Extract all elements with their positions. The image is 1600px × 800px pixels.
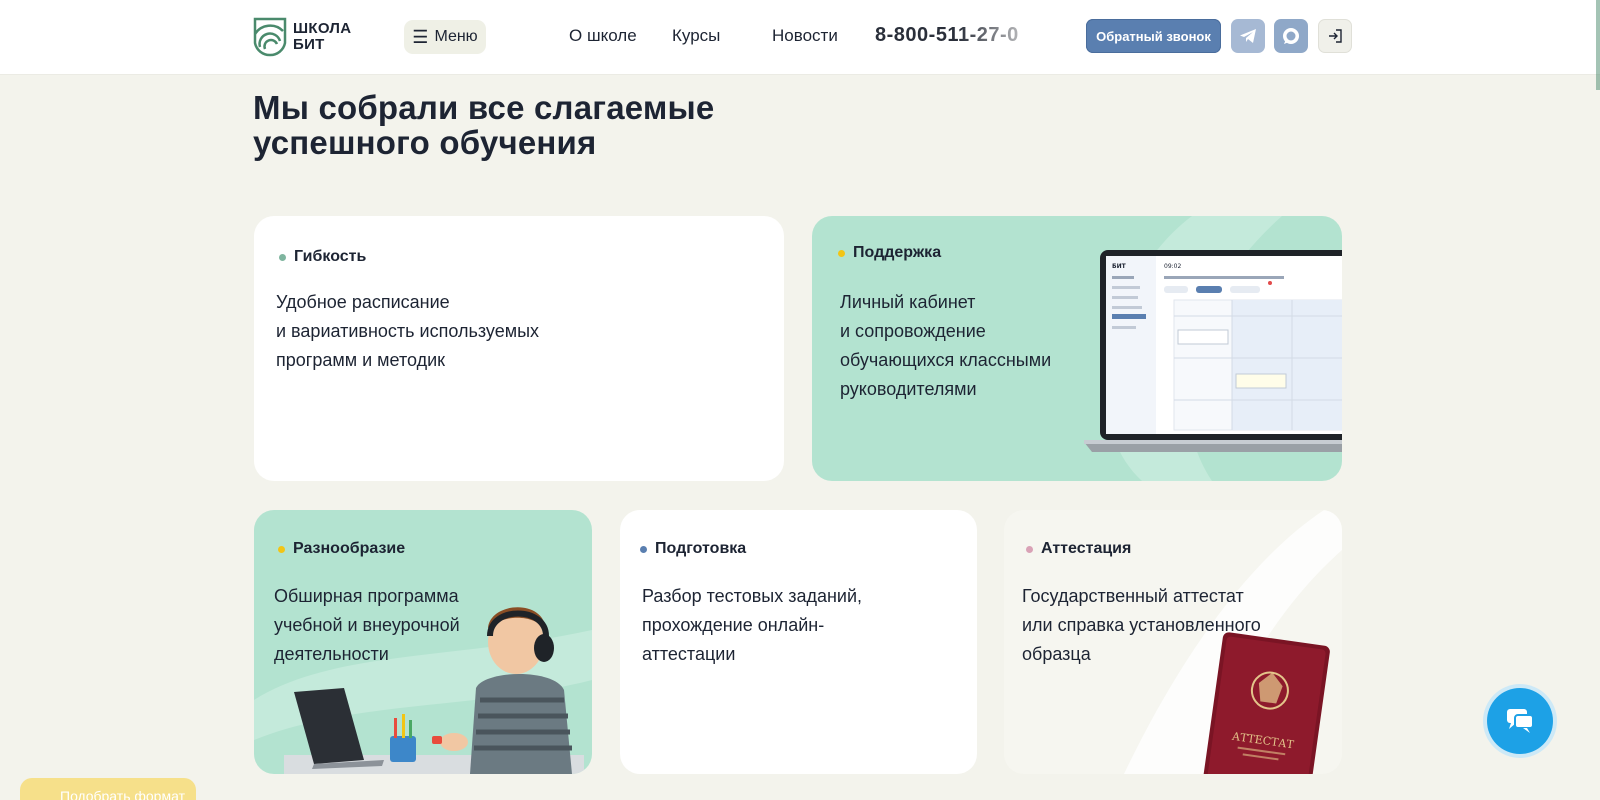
card-description: Личный кабинет и сопровождение обучающих… bbox=[840, 288, 1051, 404]
card-description: Удобное расписание и вариативность испол… bbox=[276, 288, 539, 375]
logo-text: ШКОЛА БИТ bbox=[293, 21, 373, 53]
tag-dot bbox=[1026, 545, 1033, 553]
tag-dot bbox=[640, 545, 647, 553]
chat-bubble-icon bbox=[1283, 28, 1299, 44]
hamburger-icon: ☰ bbox=[412, 26, 429, 47]
telegram-icon bbox=[1240, 29, 1256, 43]
nav-link-courses[interactable]: Курсы bbox=[672, 26, 720, 46]
card-text-line: руководителями bbox=[840, 379, 977, 399]
logo-line-1: ШКОЛА bbox=[293, 20, 352, 37]
card-tag: Поддержка bbox=[838, 244, 941, 262]
card-text-line: программ и методик bbox=[276, 350, 446, 370]
card-tag: Гибкость bbox=[279, 248, 366, 266]
menu-label: Меню bbox=[434, 28, 478, 45]
nav-link-news[interactable]: Новости bbox=[772, 26, 838, 46]
card-text-line: и вариативность используемых bbox=[276, 321, 540, 341]
tag-dot bbox=[279, 253, 286, 261]
menu-button[interactable]: ☰ Меню bbox=[404, 20, 486, 54]
logo-icon bbox=[253, 17, 287, 57]
logo[interactable]: ШКОЛА БИТ bbox=[253, 17, 373, 57]
feature-card-preparation: Подготовка Разбор тестовых заданий, прох… bbox=[620, 510, 977, 774]
mock-time: 09:02 bbox=[1164, 263, 1181, 270]
student-illustration bbox=[284, 607, 584, 774]
feature-card-flexibility: Гибкость Удобное расписание и вариативно… bbox=[254, 216, 784, 481]
site-header: ШКОЛА БИТ ☰ Меню О школе Курсы Новости 8… bbox=[0, 0, 1600, 75]
chat-icon bbox=[1507, 709, 1534, 733]
telegram-button[interactable] bbox=[1231, 19, 1265, 53]
chat-widget-button[interactable] bbox=[1487, 688, 1553, 754]
feature-card-support: Поддержка Личный кабинет и сопровождение… bbox=[812, 216, 1342, 481]
card-tag-label: Аттестация bbox=[1041, 540, 1132, 557]
card-tag-label: Поддержка bbox=[853, 244, 942, 261]
login-button[interactable] bbox=[1318, 19, 1352, 53]
card-tag: Подготовка bbox=[640, 540, 746, 558]
card-text-line: Личный кабинет bbox=[840, 292, 976, 312]
card-text-line: аттестации bbox=[642, 644, 736, 664]
card-description: Разбор тестовых заданий, прохождение онл… bbox=[642, 582, 862, 669]
certificate-illustration: АТТЕСТАТ bbox=[1203, 632, 1330, 774]
heading-line-2: успешного обучения bbox=[253, 124, 597, 161]
card-text-line: Государственный аттестат bbox=[1022, 586, 1244, 606]
pick-format-button[interactable]: Подобрать формат bbox=[20, 778, 196, 800]
logo-line-2: БИТ bbox=[293, 36, 325, 53]
card-tag-label: Подготовка bbox=[655, 540, 747, 557]
card-text-line: прохождение онлайн- bbox=[642, 615, 825, 635]
laptop-illustration: БИТ 09:02 bbox=[1084, 250, 1342, 452]
pick-format-label: Подобрать формат bbox=[60, 788, 185, 800]
login-icon bbox=[1329, 29, 1342, 43]
page-scrollbar[interactable] bbox=[1596, 0, 1600, 90]
feature-card-variety: Разнообразие Обширная программа учебной … bbox=[254, 510, 592, 774]
card-text-line: Удобное расписание bbox=[276, 292, 450, 312]
heading-line-1: Мы собрали все слагаемые bbox=[253, 89, 715, 126]
feature-card-certification: Аттестация Государственный аттестат или … bbox=[1004, 510, 1342, 774]
card-tag-label: Гибкость bbox=[294, 248, 367, 265]
mock-brand: БИТ bbox=[1112, 263, 1127, 270]
phone-number[interactable]: 8-800-511-27-0 bbox=[875, 24, 1035, 47]
card-text-line: обучающихся классными bbox=[840, 350, 1052, 370]
card-text-line: Разбор тестовых заданий, bbox=[642, 586, 863, 606]
nav-link-about[interactable]: О школе bbox=[569, 26, 637, 46]
card-tag: Аттестация bbox=[1026, 540, 1131, 558]
card-text-line: и сопровождение bbox=[840, 321, 986, 341]
section-heading: Мы собрали все слагаемые успешного обуче… bbox=[253, 90, 853, 160]
tag-dot bbox=[838, 249, 845, 257]
messenger-button[interactable] bbox=[1274, 19, 1308, 53]
callback-button[interactable]: Обратный звонок bbox=[1086, 19, 1221, 53]
